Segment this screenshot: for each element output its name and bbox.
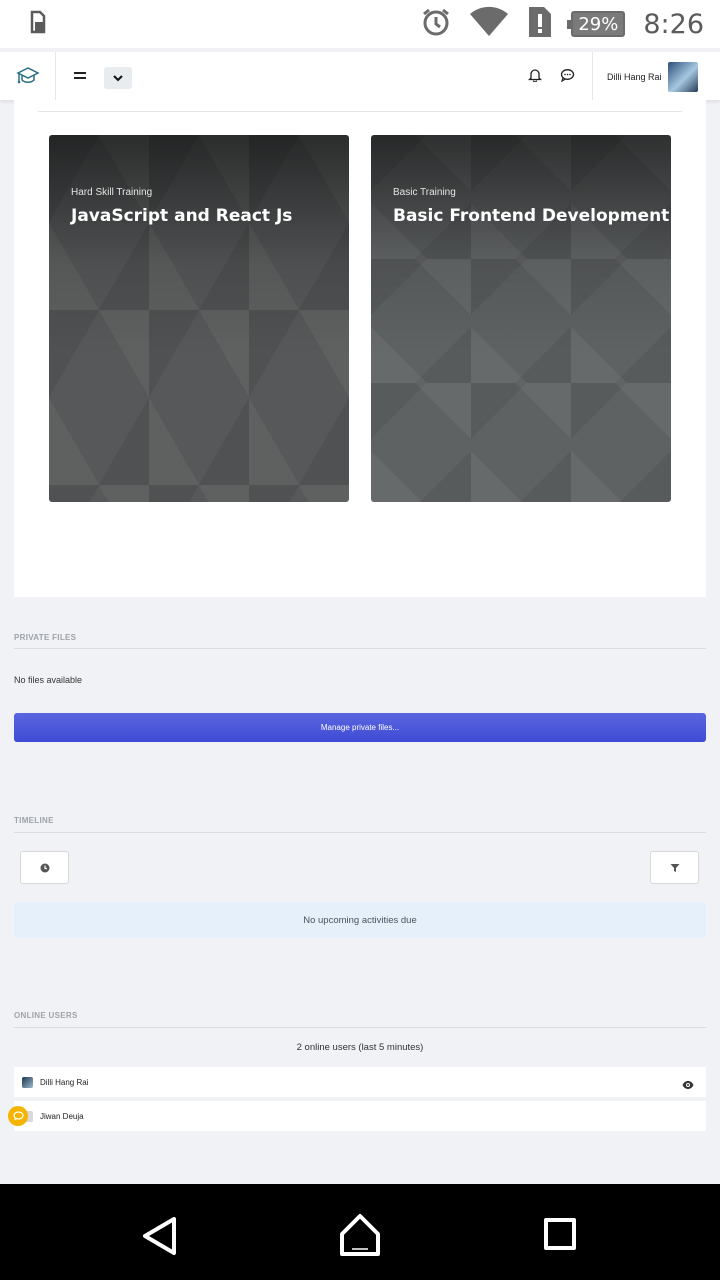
chevron-down-icon[interactable] xyxy=(104,67,132,89)
private-files-heading: PRIVATE FILES xyxy=(14,633,77,642)
status-time: 8:26 xyxy=(643,8,704,40)
course-category: Basic Training xyxy=(393,187,456,198)
course-card[interactable]: Hard Skill Training JavaScript and React… xyxy=(49,135,349,502)
avatar[interactable] xyxy=(668,62,698,92)
section-divider xyxy=(14,832,706,833)
bell-icon[interactable] xyxy=(527,68,543,87)
sim-card-icon xyxy=(28,10,48,41)
course-category: Hard Skill Training xyxy=(71,187,153,198)
section-divider xyxy=(14,1027,706,1028)
no-files-text: No files available xyxy=(14,675,83,685)
message-drawer-icon[interactable] xyxy=(8,1106,28,1126)
timeline-heading: TIMELINE xyxy=(14,816,54,825)
navigation-bar xyxy=(0,1184,720,1280)
header-user-name[interactable]: Dilli Hang Rai xyxy=(607,72,662,82)
alarm-icon xyxy=(421,7,451,42)
section-divider xyxy=(38,111,682,112)
online-users-heading: ONLINE USERS xyxy=(14,1011,78,1020)
filter-icon[interactable] xyxy=(650,851,699,884)
list-item[interactable]: Jiwan Deuja xyxy=(14,1101,706,1131)
header-divider xyxy=(592,52,593,100)
back-icon[interactable] xyxy=(140,1216,180,1261)
app-header: Dilli Hang Rai xyxy=(0,52,720,100)
wifi-icon xyxy=(469,6,509,43)
online-user-name[interactable]: Dilli Hang Rai xyxy=(40,1078,88,1087)
clock-icon[interactable] xyxy=(20,851,69,884)
recent-apps-icon[interactable] xyxy=(544,1218,576,1250)
online-users-summary: 2 online users (last 5 minutes) xyxy=(296,1042,424,1053)
no-activities-alert: No upcoming activities due xyxy=(14,902,706,938)
alert-sim-icon xyxy=(527,5,553,44)
chat-icon[interactable] xyxy=(560,68,575,87)
avatar xyxy=(22,1077,33,1088)
manage-private-files-button[interactable]: Manage private files... xyxy=(14,713,706,742)
eye-icon[interactable] xyxy=(682,1077,694,1095)
course-card[interactable]: Basic Training Basic Frontend Developmen… xyxy=(371,135,671,502)
list-item[interactable]: Dilli Hang Rai xyxy=(14,1067,706,1097)
hamburger-icon[interactable] xyxy=(74,68,86,86)
section-divider xyxy=(14,648,706,649)
graduation-cap-icon[interactable] xyxy=(0,52,56,100)
course-title[interactable]: JavaScript and React Js xyxy=(71,206,292,226)
battery-icon: 29% xyxy=(567,11,626,37)
course-title[interactable]: Basic Frontend Development xyxy=(393,206,669,226)
online-user-name[interactable]: Jiwan Deuja xyxy=(40,1112,84,1121)
status-bar: 29% 8:26 xyxy=(0,0,720,48)
home-icon[interactable] xyxy=(338,1212,382,1263)
